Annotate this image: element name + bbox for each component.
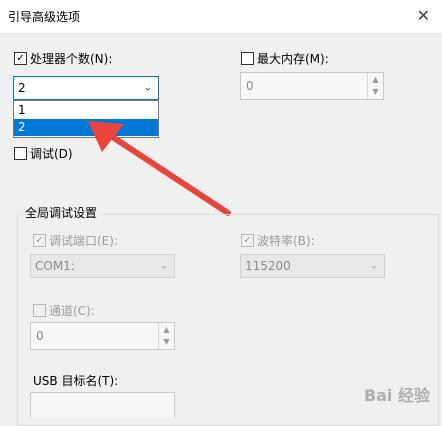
chevron-down-icon: ⌄ xyxy=(159,260,168,272)
channel-label: 通道(C): xyxy=(49,304,95,318)
debug-port-checkbox[interactable]: ✓ xyxy=(33,234,46,247)
processors-value: 2 xyxy=(18,81,26,95)
chevron-down-icon: ⌄ xyxy=(143,82,152,94)
processors-checkbox[interactable]: ✓ xyxy=(14,52,27,65)
baud-rate-checkbox[interactable]: ✓ xyxy=(241,234,254,247)
debug-port-value: COM1: xyxy=(35,259,75,273)
spinner-up-icon[interactable]: ▲ xyxy=(368,73,383,86)
processors-select[interactable]: 2 ⌄ xyxy=(13,76,159,100)
debug-port-label: 调试端口(E): xyxy=(49,234,118,248)
baud-rate-label: 波特率(B): xyxy=(257,234,315,248)
channel-value: 0 xyxy=(36,329,44,343)
usb-target-label: USB 目标名(T): xyxy=(33,374,119,388)
annotation-arrow xyxy=(88,121,231,216)
baud-rate-select[interactable]: 115200 ⌄ xyxy=(240,254,385,278)
spinner-down-icon[interactable]: ▼ xyxy=(368,86,383,99)
spinner-up-icon[interactable]: ▲ xyxy=(159,323,174,336)
debug-port-select[interactable]: COM1: ⌄ xyxy=(30,254,175,278)
baud-rate-value: 115200 xyxy=(245,259,291,273)
debug-label: 调试(D) xyxy=(30,147,73,161)
global-debug-title: 全局调试设置 xyxy=(22,204,101,221)
channel-spinner[interactable]: 0 ▲ ▼ xyxy=(30,322,175,350)
usb-target-input[interactable] xyxy=(30,392,175,418)
window-title: 引导高级选项 xyxy=(8,10,81,24)
max-memory-label: 最大内存(M): xyxy=(257,52,329,66)
debug-checkbox[interactable] xyxy=(14,147,27,160)
max-memory-checkbox[interactable] xyxy=(241,52,254,65)
title-bar: 引导高级选项 ✕ xyxy=(0,0,442,34)
max-memory-value: 0 xyxy=(246,79,254,93)
processors-label: 处理器个数(N): xyxy=(30,52,113,66)
watermark-logo: Bai 经验 xyxy=(363,386,430,405)
spinner-down-icon[interactable]: ▼ xyxy=(159,336,174,349)
max-memory-spinner[interactable]: 0 ▲ ▼ xyxy=(240,72,384,100)
chevron-down-icon: ⌄ xyxy=(369,260,378,272)
close-icon[interactable]: ✕ xyxy=(417,6,430,25)
channel-checkbox[interactable] xyxy=(33,304,46,317)
dropdown-option-1[interactable]: 1 xyxy=(14,102,158,119)
